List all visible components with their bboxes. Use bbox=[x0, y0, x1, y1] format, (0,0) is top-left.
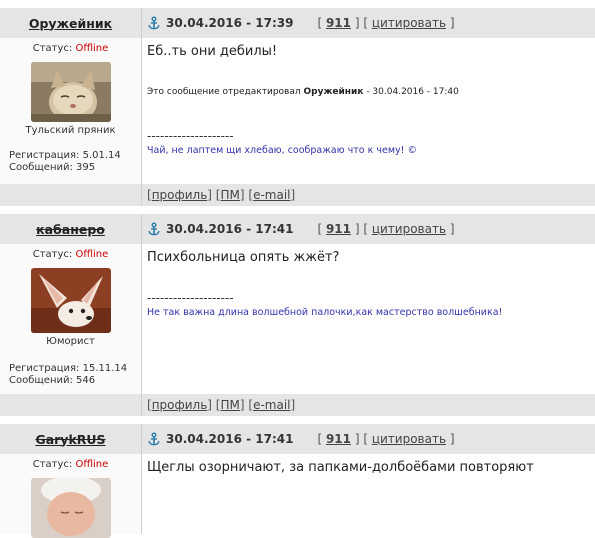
post-date: 30.04.2016 - 17:41 bbox=[166, 222, 294, 236]
username-link[interactable]: GarykRUS bbox=[35, 432, 105, 447]
post-body: Статус: Offline Тульский пряник Регистра… bbox=[0, 38, 595, 184]
quote-link[interactable]: цитировать bbox=[372, 16, 446, 30]
pm-link[interactable]: ПМ bbox=[220, 398, 239, 412]
user-stats: Регистрация: 5.01.14 Сообщений: 395 bbox=[9, 150, 121, 173]
post-number-link[interactable]: 911 bbox=[326, 222, 351, 236]
quote-link[interactable]: цитировать bbox=[372, 432, 446, 446]
post: кабанеро 30.04.2016 - 17:41 [ 911 ] [ ци… bbox=[0, 206, 595, 416]
user-rank: Юморист bbox=[46, 336, 95, 347]
avatar bbox=[30, 62, 111, 122]
edited-note: Это сообщение отредактировал Оружейник -… bbox=[147, 87, 459, 97]
pm-link[interactable]: ПМ bbox=[220, 188, 239, 202]
posts-list: Оружейник 30.04.2016 - 17:39 [ 911 ] [ ц… bbox=[0, 0, 595, 538]
post-message: Психбольница опять жжёт? bbox=[147, 250, 340, 265]
post-body: Статус: Offline Юморист Регистрация: 15.… bbox=[0, 244, 595, 394]
avatar bbox=[30, 268, 111, 333]
signature: Не так важна длина волшебной палочки,как… bbox=[147, 307, 503, 318]
anchor-icon[interactable] bbox=[147, 16, 161, 30]
post-footer: [ профиль ] [ ПМ ] [ e-mail ] bbox=[0, 394, 595, 416]
post-meta: [ 911 ] [ цитировать ] bbox=[317, 432, 455, 446]
profile-link[interactable]: профиль bbox=[152, 188, 208, 202]
user-panel: Статус: Offline bbox=[0, 454, 142, 538]
post-number-link[interactable]: 911 bbox=[326, 432, 351, 446]
post-meta: [ 911 ] [ цитировать ] bbox=[317, 16, 455, 30]
post-date: 30.04.2016 - 17:39 bbox=[166, 16, 294, 30]
user-rank: Тульский пряник bbox=[25, 125, 116, 136]
email-link[interactable]: e-mail bbox=[253, 398, 290, 412]
post-header: кабанеро 30.04.2016 - 17:41 [ 911 ] [ ци… bbox=[0, 214, 595, 244]
user-stats: Регистрация: 15.11.14 Сообщений: 546 bbox=[9, 363, 128, 386]
profile-link[interactable]: профиль bbox=[152, 398, 208, 412]
avatar bbox=[30, 478, 111, 538]
email-link[interactable]: e-mail bbox=[253, 188, 290, 202]
signature: Чай, не лаптем щи хлебаю, соображаю что … bbox=[147, 145, 417, 156]
post: GarykRUS 30.04.2016 - 17:41 [ 911 ] [ ци… bbox=[0, 416, 595, 538]
post-header: GarykRUS 30.04.2016 - 17:41 [ 911 ] [ ци… bbox=[0, 424, 595, 454]
post-body: Статус: Offline Щеглы озорничают, за пап… bbox=[0, 454, 595, 538]
user-status: Статус: Offline bbox=[32, 249, 109, 260]
user-status: Статус: Offline bbox=[32, 43, 109, 54]
signature-divider: -------------------- bbox=[147, 291, 234, 305]
post-date: 30.04.2016 - 17:41 bbox=[166, 432, 294, 446]
username-link[interactable]: Оружейник bbox=[29, 16, 112, 31]
quote-link[interactable]: цитировать bbox=[372, 222, 446, 236]
post-footer: [ профиль ] [ ПМ ] [ e-mail ] bbox=[0, 184, 595, 206]
post-meta: [ 911 ] [ цитировать ] bbox=[317, 222, 455, 236]
signature-divider: -------------------- bbox=[147, 129, 234, 143]
post-message: Щеглы озорничают, за папками-долбоёбами … bbox=[147, 460, 534, 475]
post-message: Еб..ть они дебилы! bbox=[147, 44, 278, 59]
post: Оружейник 30.04.2016 - 17:39 [ 911 ] [ ц… bbox=[0, 0, 595, 206]
anchor-icon[interactable] bbox=[147, 222, 161, 236]
user-status: Статус: Offline bbox=[32, 459, 109, 470]
user-panel: Статус: Offline Тульский пряник Регистра… bbox=[0, 38, 142, 184]
post-number-link[interactable]: 911 bbox=[326, 16, 351, 30]
user-panel: Статус: Offline Юморист Регистрация: 15.… bbox=[0, 244, 142, 394]
post-header: Оружейник 30.04.2016 - 17:39 [ 911 ] [ ц… bbox=[0, 8, 595, 38]
anchor-icon[interactable] bbox=[147, 432, 161, 446]
username-link[interactable]: кабанеро bbox=[36, 222, 105, 237]
